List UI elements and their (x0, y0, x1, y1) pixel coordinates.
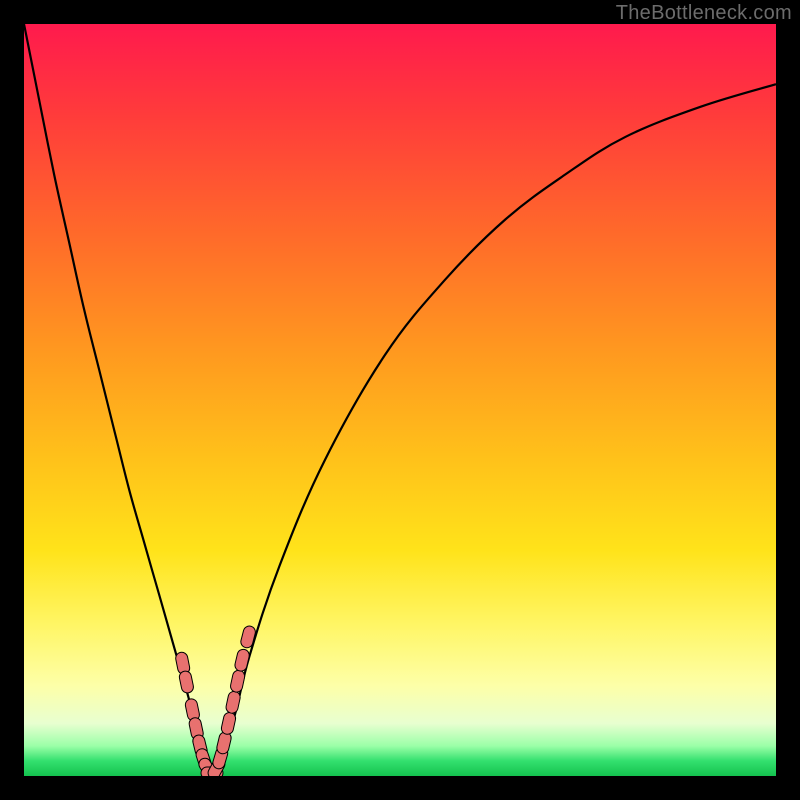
marker-capsule (178, 670, 194, 694)
marker-capsule (225, 690, 241, 714)
near-optimum-markers (175, 625, 257, 776)
marker-capsule (234, 648, 251, 672)
marker-capsule (220, 711, 236, 735)
chart-frame: TheBottleneck.com (0, 0, 800, 800)
curve-layer (24, 24, 776, 776)
bottleneck-curve (24, 24, 776, 776)
marker-capsule (216, 731, 233, 755)
watermark-text: TheBottleneck.com (616, 2, 792, 25)
marker-capsule (240, 625, 257, 649)
marker-capsule (229, 669, 245, 693)
plot-area (24, 24, 776, 776)
